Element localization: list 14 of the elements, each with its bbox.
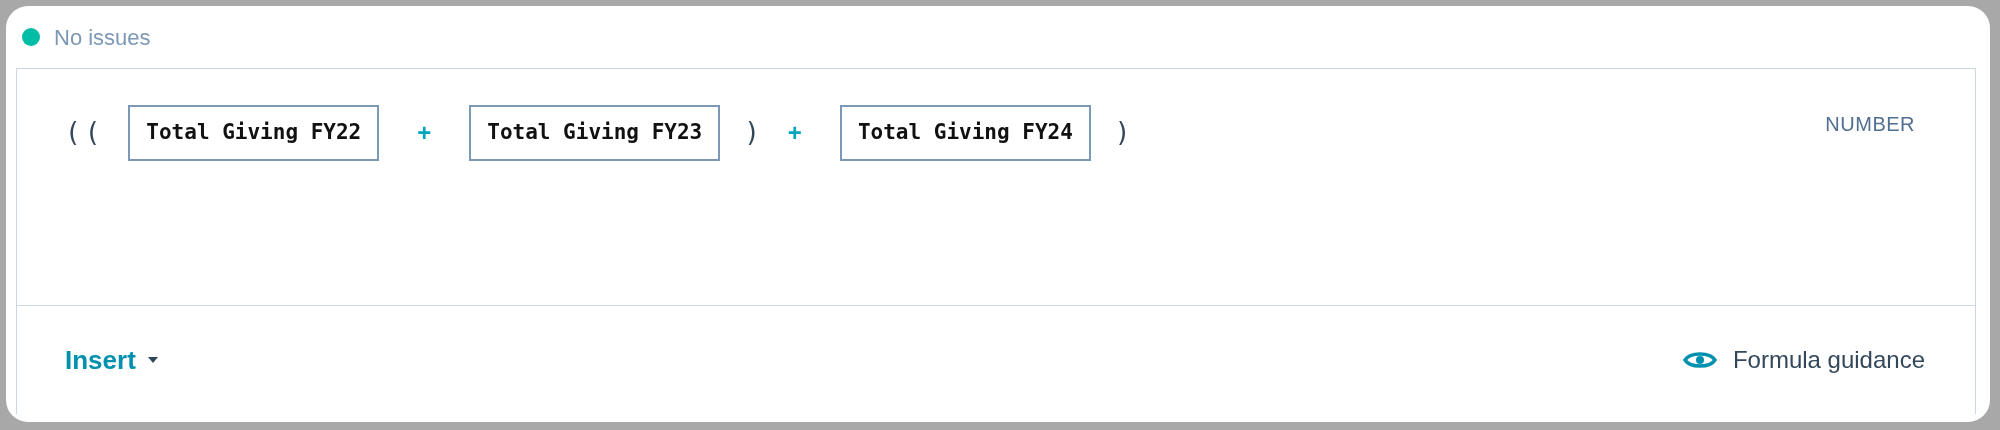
- property-token[interactable]: Total Giving FY23: [469, 105, 721, 161]
- eye-icon: [1682, 349, 1717, 371]
- status-text: No issues: [54, 23, 151, 52]
- formula-guidance-link[interactable]: Formula guidance: [1682, 342, 1925, 378]
- property-token[interactable]: Total Giving FY22: [128, 105, 380, 161]
- parenthesis: ((: [65, 116, 105, 150]
- parenthesis: ): [744, 116, 764, 150]
- result-type-label: NUMBER: [1825, 112, 1915, 137]
- property-token[interactable]: Total Giving FY24: [839, 105, 1091, 161]
- caret-icon: [147, 357, 158, 363]
- parenthesis: ): [1114, 116, 1135, 150]
- insert-dropdown[interactable]: Insert: [65, 340, 158, 380]
- plus-operator: +: [417, 117, 432, 148]
- plus-operator: +: [787, 117, 802, 148]
